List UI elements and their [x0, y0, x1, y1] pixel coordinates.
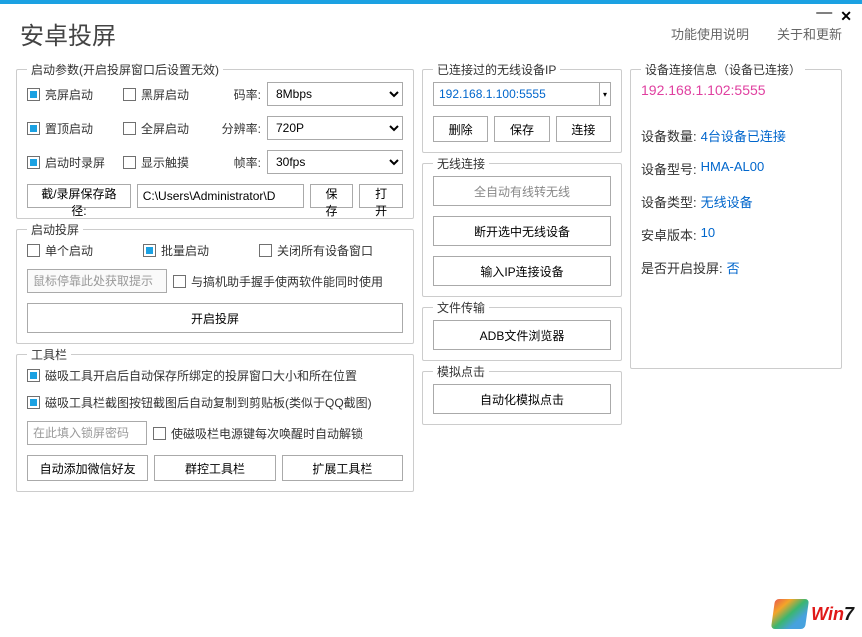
device-info-group: 设备连接信息（设备已连接） 192.168.1.102:5555 设备数量:4台…	[630, 69, 842, 369]
about-link[interactable]: 关于和更新	[777, 24, 842, 43]
group-title: 设备连接信息（设备已连接）	[641, 61, 805, 78]
hint-input[interactable]	[27, 269, 167, 293]
watermark-text: Win7	[811, 604, 854, 625]
auto-convert-button[interactable]: 全自动有线转无线	[433, 176, 611, 206]
startup-params-group: 启动参数(开启投屏窗口后设置无效) 亮屏启动 黑屏启动 码率: 8Mbps 置顶…	[16, 69, 414, 219]
group-title: 文件传输	[433, 299, 489, 316]
ip-connect-button[interactable]: 连接	[556, 116, 611, 142]
disconnect-button[interactable]: 断开选中无线设备	[433, 216, 611, 246]
extend-toolbar-button[interactable]: 扩展工具栏	[282, 455, 403, 481]
group-title: 工具栏	[27, 346, 71, 363]
power-unlock-checkbox[interactable]: 使磁吸栏电源键每次唤醒时自动解锁	[153, 425, 363, 442]
help-link[interactable]: 功能使用说明	[671, 24, 749, 43]
type-value: 无线设备	[701, 192, 753, 211]
add-wechat-button[interactable]: 自动添加微信好友	[27, 455, 148, 481]
type-label: 设备类型:	[641, 192, 697, 211]
fullscreen-checkbox[interactable]: 全屏启动	[123, 120, 213, 137]
model-label: 设备型号:	[641, 159, 697, 178]
bitrate-label: 码率:	[219, 86, 261, 103]
resolution-label: 分辨率:	[219, 120, 261, 137]
save-path-input[interactable]	[137, 184, 304, 208]
model-value: HMA-AL00	[701, 159, 765, 178]
start-cast-button[interactable]: 开启投屏	[27, 303, 403, 333]
header: 安卓投屏 功能使用说明 关于和更新	[0, 4, 862, 69]
fps-select[interactable]: 30fps	[267, 150, 403, 174]
helper-checkbox[interactable]: 与搞机助手握手使两软件能同时使用	[173, 273, 383, 290]
simulate-group: 模拟点击 自动化模拟点击	[422, 371, 622, 425]
ip-input[interactable]	[433, 82, 599, 106]
wireless-group: 无线连接 全自动有线转无线 断开选中无线设备 输入IP连接设备	[422, 163, 622, 297]
cast-label: 是否开启投屏:	[641, 258, 723, 277]
record-checkbox[interactable]: 启动时录屏	[27, 154, 117, 171]
wake-screen-checkbox[interactable]: 亮屏启动	[27, 86, 117, 103]
fps-label: 帧率:	[219, 154, 261, 171]
connected-ips-group: 已连接过的无线设备IP ▾ 删除 保存 连接	[422, 69, 622, 153]
batch-start-checkbox[interactable]: 批量启动	[143, 242, 253, 259]
count-label: 设备数量:	[641, 126, 697, 145]
group-control-button[interactable]: 群控工具栏	[154, 455, 275, 481]
count-value: 4台设备已连接	[701, 126, 786, 145]
single-start-checkbox[interactable]: 单个启动	[27, 242, 137, 259]
group-title: 无线连接	[433, 155, 489, 172]
group-title: 启动参数(开启投屏窗口后设置无效)	[27, 61, 223, 78]
file-transfer-group: 文件传输 ADB文件浏览器	[422, 307, 622, 361]
lock-password-input[interactable]	[27, 421, 147, 445]
app-title: 安卓投屏	[20, 16, 116, 51]
group-title: 启动投屏	[27, 221, 83, 238]
windows-logo-icon	[771, 599, 809, 629]
magnet-save-checkbox[interactable]: 磁吸工具开启后自动保存所绑定的投屏窗口大小和所在位置	[27, 367, 357, 384]
input-ip-button[interactable]: 输入IP连接设备	[433, 256, 611, 286]
start-cast-group: 启动投屏 单个启动 批量启动 关闭所有设备窗口 与搞机助手握手使两软件能同时使用…	[16, 229, 414, 344]
window-controls: — ✕	[816, 8, 852, 26]
save-path-save-button[interactable]: 保存	[310, 184, 354, 208]
ip-dropdown-button[interactable]: ▾	[599, 82, 611, 106]
adb-browser-button[interactable]: ADB文件浏览器	[433, 320, 611, 350]
watermark: Win7	[773, 599, 854, 629]
group-title: 模拟点击	[433, 363, 489, 380]
toolbar-group: 工具栏 磁吸工具开启后自动保存所绑定的投屏窗口大小和所在位置 磁吸工具栏截图按钮…	[16, 354, 414, 492]
ip-delete-button[interactable]: 删除	[433, 116, 488, 142]
show-touch-checkbox[interactable]: 显示触摸	[123, 154, 213, 171]
magnet-screenshot-checkbox[interactable]: 磁吸工具栏截图按钮截图后自动复制到剪贴板(类似于QQ截图)	[27, 394, 372, 411]
topmost-checkbox[interactable]: 置顶启动	[27, 120, 117, 137]
android-value: 10	[701, 225, 715, 244]
close-all-checkbox[interactable]: 关闭所有设备窗口	[259, 242, 373, 259]
close-button[interactable]: ✕	[840, 8, 852, 26]
save-path-label-button[interactable]: 截/录屏保存路径:	[27, 184, 131, 208]
black-screen-checkbox[interactable]: 黑屏启动	[123, 86, 213, 103]
auto-click-button[interactable]: 自动化模拟点击	[433, 384, 611, 414]
save-path-open-button[interactable]: 打开	[359, 184, 403, 208]
current-ip: 192.168.1.102:5555	[641, 82, 766, 98]
group-title: 已连接过的无线设备IP	[433, 61, 560, 78]
bitrate-select[interactable]: 8Mbps	[267, 82, 403, 106]
ip-save-button[interactable]: 保存	[494, 116, 549, 142]
resolution-select[interactable]: 720P	[267, 116, 403, 140]
cast-value: 否	[727, 258, 740, 277]
minimize-button[interactable]: —	[816, 4, 832, 22]
android-label: 安卓版本:	[641, 225, 697, 244]
